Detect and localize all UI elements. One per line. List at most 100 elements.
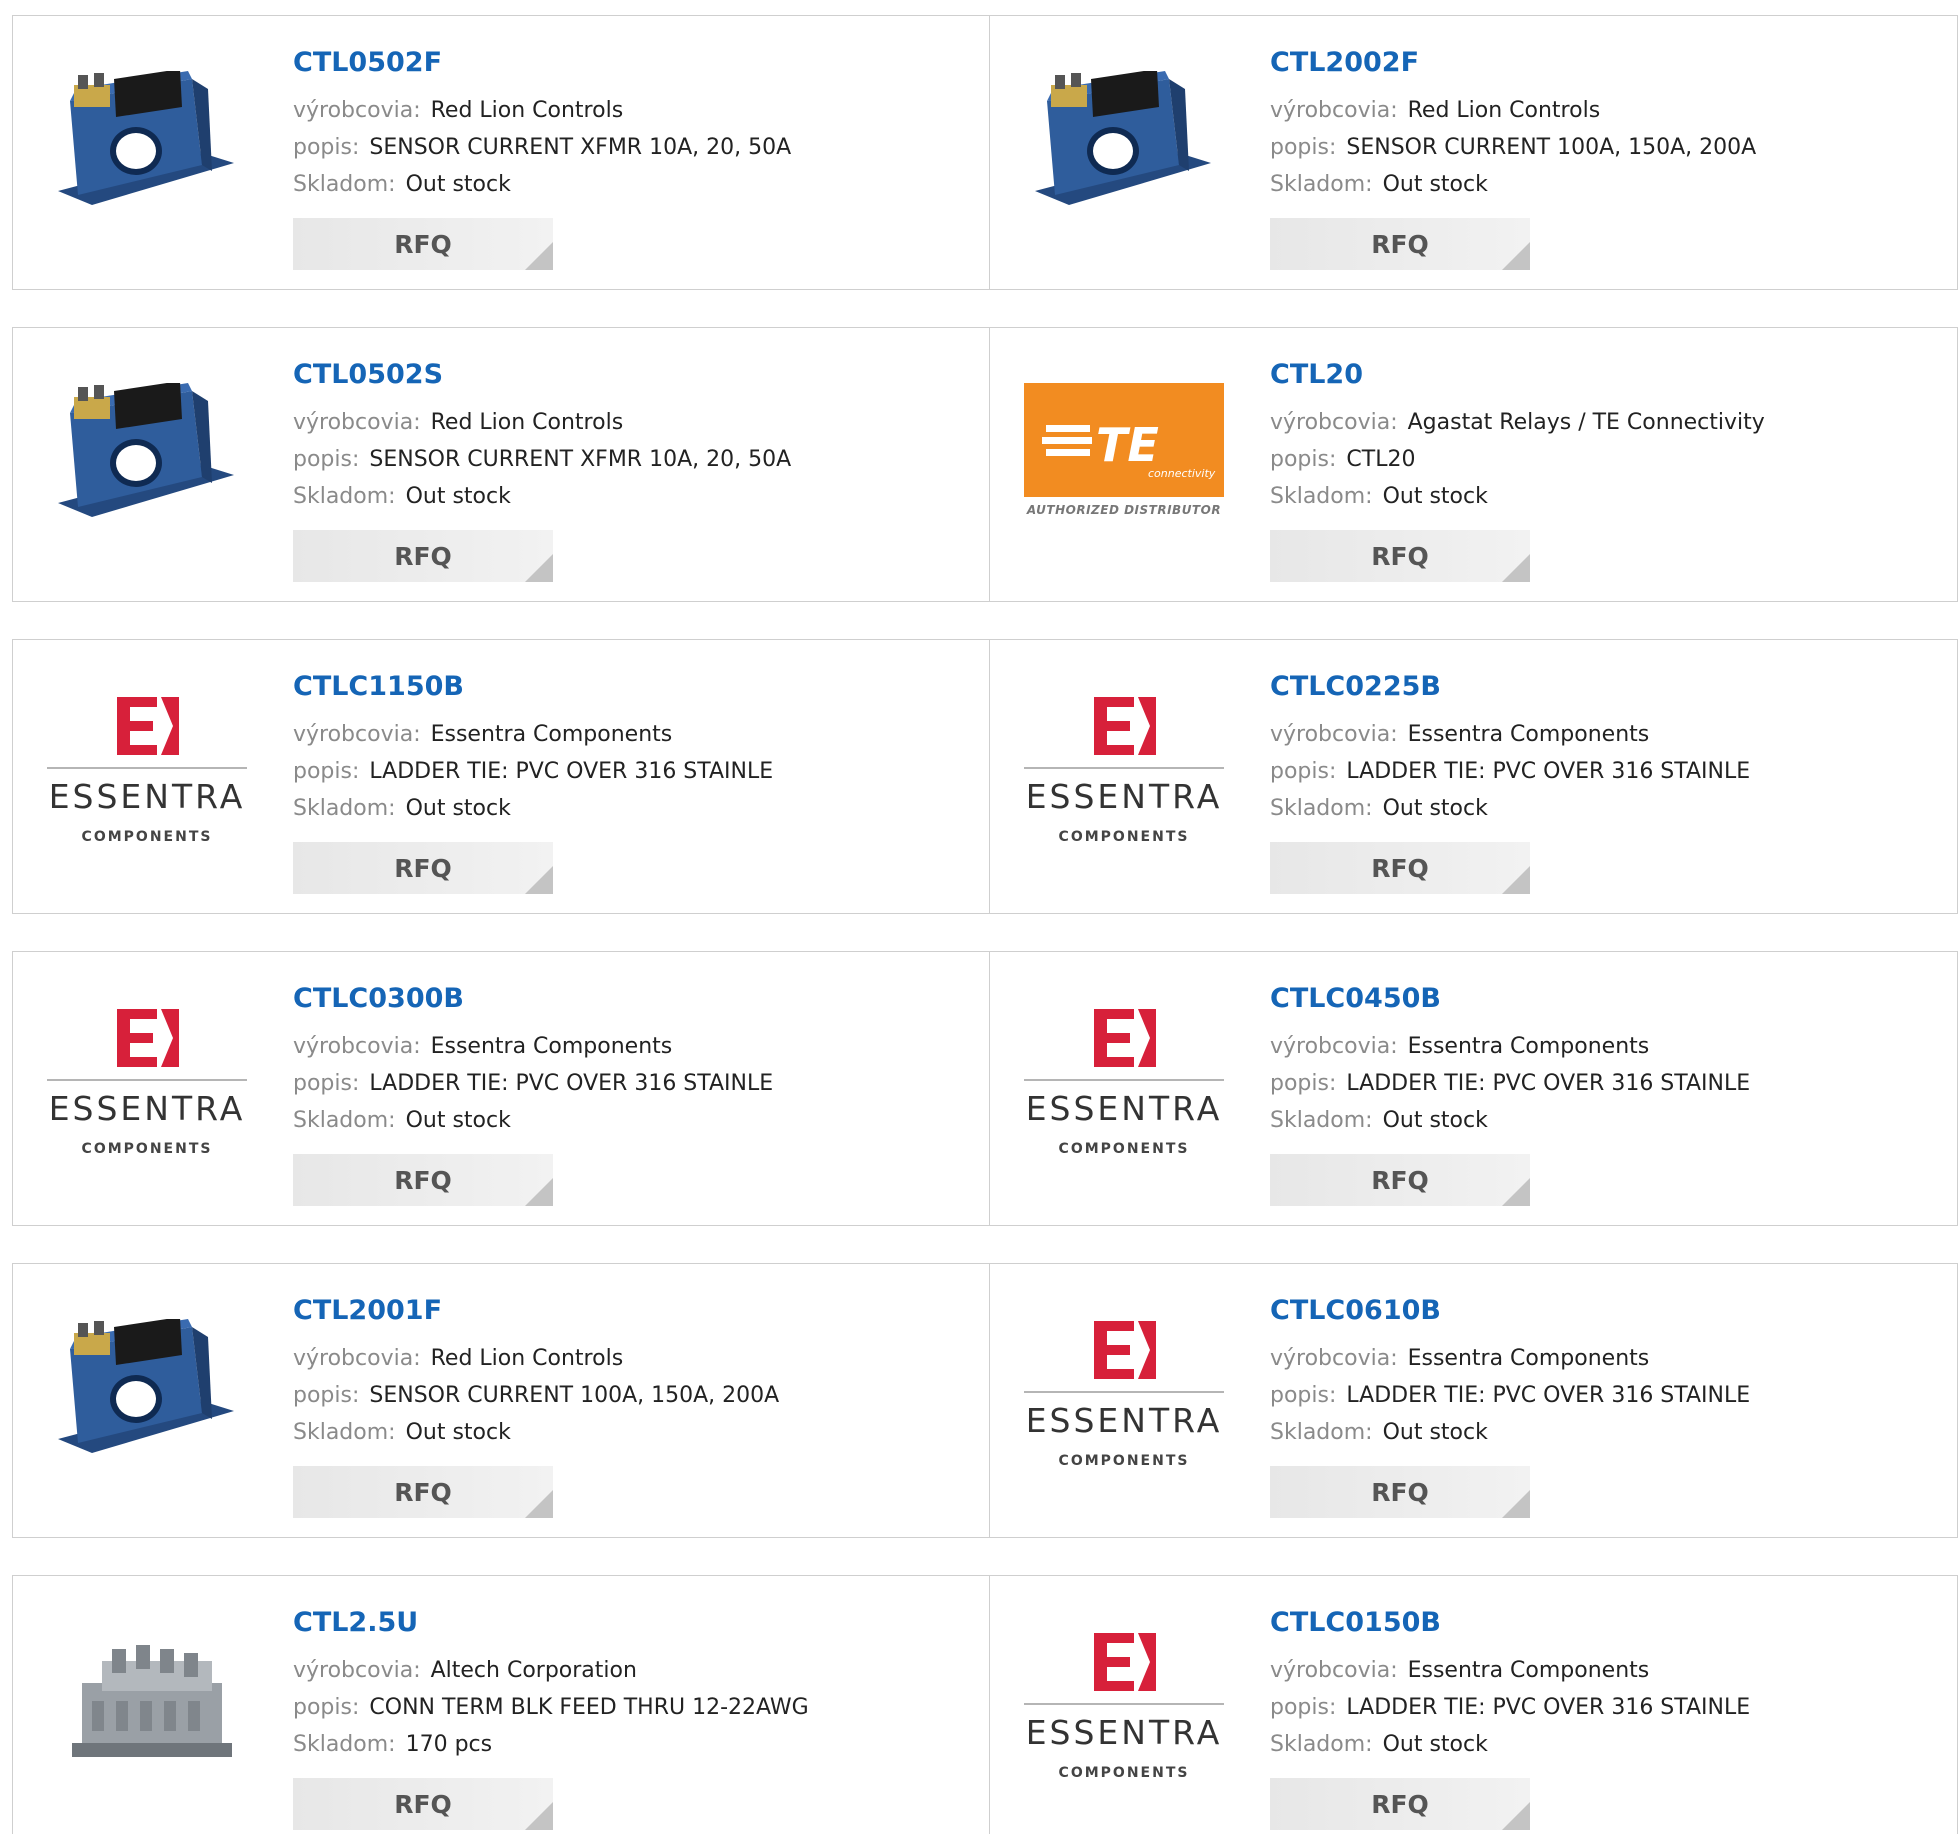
description-value: SENSOR CURRENT 100A, 150A, 200A xyxy=(1346,135,1757,160)
stock-label: Skladom: xyxy=(293,796,396,821)
stock-value: Out stock xyxy=(1382,1108,1488,1133)
essentra-mark-icon xyxy=(1094,697,1156,755)
description-row: popis: LADDER TIE: PVC OVER 316 STAINLE xyxy=(293,753,773,790)
current-sensor-image xyxy=(58,71,234,205)
part-number-link[interactable]: CTLC0225B xyxy=(1270,670,1750,704)
product-card: ESSENTRA COMPONENTS CTLC0150B výrobcovia: Es… xyxy=(990,1575,1958,1834)
manufacturer-label: výrobcovia: xyxy=(293,722,421,747)
product-thumbnail[interactable]: ESSENTRA COMPONENTS xyxy=(1024,685,1224,865)
product-thumbnail[interactable]: TE connectivity AUTHORIZED DISTRIBUTOR xyxy=(1024,383,1224,533)
part-number-link[interactable]: CTL2.5U xyxy=(293,1606,809,1640)
product-thumbnail[interactable]: ESSENTRA COMPONENTS xyxy=(47,997,247,1177)
description-row: popis: LADDER TIE: PVC OVER 316 STAINLE xyxy=(1270,1377,1750,1414)
description-value: SENSOR CURRENT XFMR 10A, 20, 50A xyxy=(369,447,792,472)
rfq-button[interactable]: RFQ xyxy=(293,1154,553,1206)
product-info: CTLC1150B výrobcovia: Essentra Components p… xyxy=(293,670,773,827)
part-number-link[interactable]: CTLC1150B xyxy=(293,670,773,704)
rfq-button[interactable]: RFQ xyxy=(1270,530,1530,582)
product-thumbnail[interactable] xyxy=(47,383,247,533)
product-thumbnail[interactable] xyxy=(47,71,247,221)
stock-row: Skladom: Out stock xyxy=(293,790,773,827)
description-label: popis: xyxy=(1270,759,1337,784)
essentra-mark-icon xyxy=(117,1009,179,1067)
essentra-mark-icon xyxy=(1094,1633,1156,1691)
description-label: popis: xyxy=(293,1383,360,1408)
part-number-link[interactable]: CTL2002F xyxy=(1270,46,1756,80)
product-card: TE connectivity AUTHORIZED DISTRIBUTOR CTL2… xyxy=(990,327,1958,602)
rfq-button[interactable]: RFQ xyxy=(1270,218,1530,270)
rfq-corner-decoration xyxy=(525,866,553,894)
rfq-corner-decoration xyxy=(1502,554,1530,582)
rfq-corner-decoration xyxy=(1502,1178,1530,1206)
stock-value: Out stock xyxy=(405,172,511,197)
rfq-button[interactable]: RFQ xyxy=(1270,1778,1530,1830)
part-number-link[interactable]: CTL2001F xyxy=(293,1294,779,1328)
rfq-button[interactable]: RFQ xyxy=(293,218,553,270)
description-label: popis: xyxy=(1270,1071,1337,1096)
product-card: ESSENTRA COMPONENTS CTLC0300B výrobcovia: Es… xyxy=(12,951,990,1226)
description-label: popis: xyxy=(1270,447,1337,472)
part-number-link[interactable]: CTLC0610B xyxy=(1270,1294,1750,1328)
part-number-link[interactable]: CTL0502F xyxy=(293,46,791,80)
description-row: popis: SENSOR CURRENT XFMR 10A, 20, 50A xyxy=(293,129,791,166)
description-value: LADDER TIE: PVC OVER 316 STAINLE xyxy=(1346,759,1751,784)
rfq-corner-decoration xyxy=(525,242,553,270)
rfq-button[interactable]: RFQ xyxy=(1270,1154,1530,1206)
description-label: popis: xyxy=(293,759,360,784)
description-row: popis: LADDER TIE: PVC OVER 316 STAINLE xyxy=(1270,1689,1750,1726)
logo-divider xyxy=(47,767,247,769)
product-thumbnail[interactable] xyxy=(47,1319,247,1469)
manufacturer-value: Red Lion Controls xyxy=(430,1346,624,1371)
product-card: CTL2.5U výrobcovia: Altech Corporation popi… xyxy=(12,1575,990,1834)
essentra-logo: ESSENTRA COMPONENTS xyxy=(1024,685,1224,865)
stock-row: Skladom: Out stock xyxy=(293,166,791,203)
product-thumbnail[interactable]: ESSENTRA COMPONENTS xyxy=(47,685,247,865)
manufacturer-label: výrobcovia: xyxy=(293,1658,421,1683)
essentra-subtitle: COMPONENTS xyxy=(1058,829,1190,845)
stock-label: Skladom: xyxy=(1270,1420,1373,1445)
description-row: popis: LADDER TIE: PVC OVER 316 STAINLE xyxy=(1270,1065,1750,1102)
description-row: popis: SENSOR CURRENT 100A, 150A, 200A xyxy=(1270,129,1756,166)
rfq-button[interactable]: RFQ xyxy=(293,530,553,582)
manufacturer-value: Red Lion Controls xyxy=(1407,98,1601,123)
manufacturer-row: výrobcovia: Altech Corporation xyxy=(293,1652,809,1689)
description-row: popis: CONN TERM BLK FEED THRU 12-22AWG xyxy=(293,1689,809,1726)
stock-row: Skladom: Out stock xyxy=(1270,790,1750,827)
te-logo-box: TE connectivity xyxy=(1024,383,1224,497)
rfq-button[interactable]: RFQ xyxy=(1270,842,1530,894)
manufacturer-label: výrobcovia: xyxy=(1270,1658,1398,1683)
part-number-link[interactable]: CTL0502S xyxy=(293,358,791,392)
product-card: CTL0502F výrobcovia: Red Lion Controls popi… xyxy=(12,15,990,290)
part-number-link[interactable]: CTLC0450B xyxy=(1270,982,1750,1016)
manufacturer-value: Essentra Components xyxy=(1407,1658,1650,1683)
rfq-label: RFQ xyxy=(1371,229,1429,259)
te-logo-sub: connectivity xyxy=(1148,467,1216,480)
essentra-mark-icon xyxy=(1094,1321,1156,1379)
product-card: CTL2002F výrobcovia: Red Lion Controls popi… xyxy=(990,15,1958,290)
rfq-button[interactable]: RFQ xyxy=(1270,1466,1530,1518)
rfq-corner-decoration xyxy=(1502,1490,1530,1518)
essentra-wordmark: ESSENTRA xyxy=(1025,1089,1223,1128)
product-thumbnail[interactable] xyxy=(1024,71,1224,221)
product-thumbnail[interactable]: ESSENTRA COMPONENTS xyxy=(1024,1621,1224,1801)
te-connectivity-logo: TE connectivity AUTHORIZED DISTRIBUTOR xyxy=(1024,383,1224,533)
product-info: CTLC0150B výrobcovia: Essentra Components p… xyxy=(1270,1606,1750,1763)
description-label: popis: xyxy=(293,1071,360,1096)
rfq-button[interactable]: RFQ xyxy=(293,842,553,894)
product-thumbnail[interactable]: ESSENTRA COMPONENTS xyxy=(1024,997,1224,1177)
logo-divider xyxy=(47,1079,247,1081)
part-number-link[interactable]: CTL20 xyxy=(1270,358,1765,392)
rfq-button[interactable]: RFQ xyxy=(293,1466,553,1518)
rfq-corner-decoration xyxy=(525,554,553,582)
manufacturer-label: výrobcovia: xyxy=(293,98,421,123)
description-row: popis: SENSOR CURRENT XFMR 10A, 20, 50A xyxy=(293,441,791,478)
stock-label: Skladom: xyxy=(1270,484,1373,509)
part-number-link[interactable]: CTLC0150B xyxy=(1270,1606,1750,1640)
rfq-label: RFQ xyxy=(394,1165,452,1195)
part-number-link[interactable]: CTLC0300B xyxy=(293,982,773,1016)
product-thumbnail[interactable] xyxy=(47,1631,247,1781)
rfq-button[interactable]: RFQ xyxy=(293,1778,553,1830)
product-thumbnail[interactable]: ESSENTRA COMPONENTS xyxy=(1024,1309,1224,1489)
product-info: CTL2001F výrobcovia: Red Lion Controls popi… xyxy=(293,1294,779,1451)
essentra-logo: ESSENTRA COMPONENTS xyxy=(47,685,247,865)
